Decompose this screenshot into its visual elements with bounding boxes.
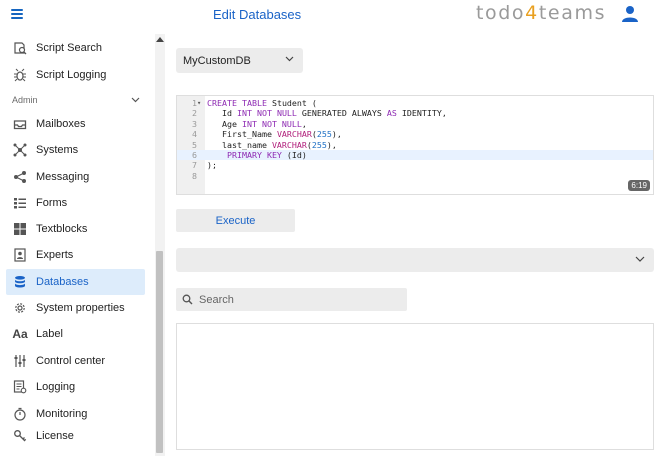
cursor-position-badge: 6:19 xyxy=(628,180,650,191)
user-icon[interactable] xyxy=(621,5,639,23)
sidebar-item-script-search[interactable]: Script Search xyxy=(6,35,145,61)
result-select[interactable] xyxy=(176,248,654,272)
gear-icon xyxy=(12,300,28,316)
page-title: Edit Databases xyxy=(213,7,302,22)
sidebar-item-mailboxes[interactable]: Mailboxes xyxy=(6,111,145,137)
stopwatch-icon xyxy=(12,406,28,422)
brand-logo: todo4teams xyxy=(476,2,607,24)
scroll-up-arrow-icon[interactable] xyxy=(156,37,164,42)
execute-button[interactable]: Execute xyxy=(176,209,295,232)
sidebar-item-control-center[interactable]: Control center xyxy=(6,348,145,374)
sidebar-item-experts[interactable]: Experts xyxy=(6,242,145,268)
chevron-down-icon xyxy=(635,256,645,262)
contact-card-icon xyxy=(12,247,28,263)
sidebar-item-textblocks[interactable]: Textblocks xyxy=(6,216,145,242)
inbox-icon xyxy=(12,116,28,132)
network-icon xyxy=(12,142,28,158)
log-document-icon xyxy=(12,379,28,395)
sidebar-item-script-logging[interactable]: Script Logging xyxy=(6,62,145,88)
code-line-active: 6 PRIMARY KEY (Id) xyxy=(177,150,653,161)
code-line: 2 Id INT NOT NULL GENERATED ALWAYS AS ID… xyxy=(192,108,447,119)
sidebar-scrollbar[interactable] xyxy=(155,34,165,456)
code-line: 3 Age INT NOT NULL, xyxy=(192,118,307,129)
search-field[interactable] xyxy=(176,288,407,311)
script-search-icon xyxy=(12,40,28,56)
code-line: 8 xyxy=(192,170,197,181)
chevron-down-icon xyxy=(131,97,140,103)
bug-icon xyxy=(12,67,28,83)
sidebar-item-forms[interactable]: Forms xyxy=(6,190,145,216)
grid-icon xyxy=(12,221,28,237)
code-line: 5 last_name VARCHAR(255), xyxy=(192,139,337,150)
sidebar-item-system-properties[interactable]: System properties xyxy=(6,295,145,321)
chevron-down-icon xyxy=(285,56,294,62)
sidebar-item-license[interactable]: License xyxy=(6,423,145,449)
top-bar: Edit Databases todo4teams xyxy=(0,0,662,34)
search-icon xyxy=(182,294,193,305)
scrollbar-thumb[interactable] xyxy=(156,251,163,453)
results-panel xyxy=(176,323,654,450)
database-icon xyxy=(12,274,28,290)
sql-editor[interactable]: 1 ▾ CREATE TABLE Student ( 2 Id INT NOT N… xyxy=(176,95,654,195)
share-icon xyxy=(12,169,28,185)
admin-section-toggle[interactable]: Admin xyxy=(12,92,140,108)
sidebar-item-label[interactable]: Aa Label xyxy=(6,321,145,347)
hamburger-icon[interactable] xyxy=(11,9,23,19)
text-aa-icon: Aa xyxy=(12,327,28,341)
sidebar-item-databases[interactable]: Databases xyxy=(6,269,145,295)
fold-arrow-icon[interactable]: ▾ xyxy=(197,98,201,108)
search-input[interactable] xyxy=(199,293,399,306)
sidebar-item-logging[interactable]: Logging xyxy=(6,374,145,400)
sidebar-item-messaging[interactable]: Messaging xyxy=(6,164,145,190)
key-icon xyxy=(12,428,28,444)
sliders-icon xyxy=(12,353,28,369)
database-select[interactable]: MyCustomDB xyxy=(176,48,303,73)
code-line: 1 ▾ CREATE TABLE Student ( xyxy=(192,98,317,108)
form-list-icon xyxy=(12,195,28,211)
code-line: 4 First_Name VARCHAR(255), xyxy=(192,129,342,140)
code-line: 7 ); xyxy=(192,160,217,171)
sidebar: Script Search Script Logging Admin Mailb… xyxy=(0,34,155,456)
sidebar-item-systems[interactable]: Systems xyxy=(6,137,145,163)
